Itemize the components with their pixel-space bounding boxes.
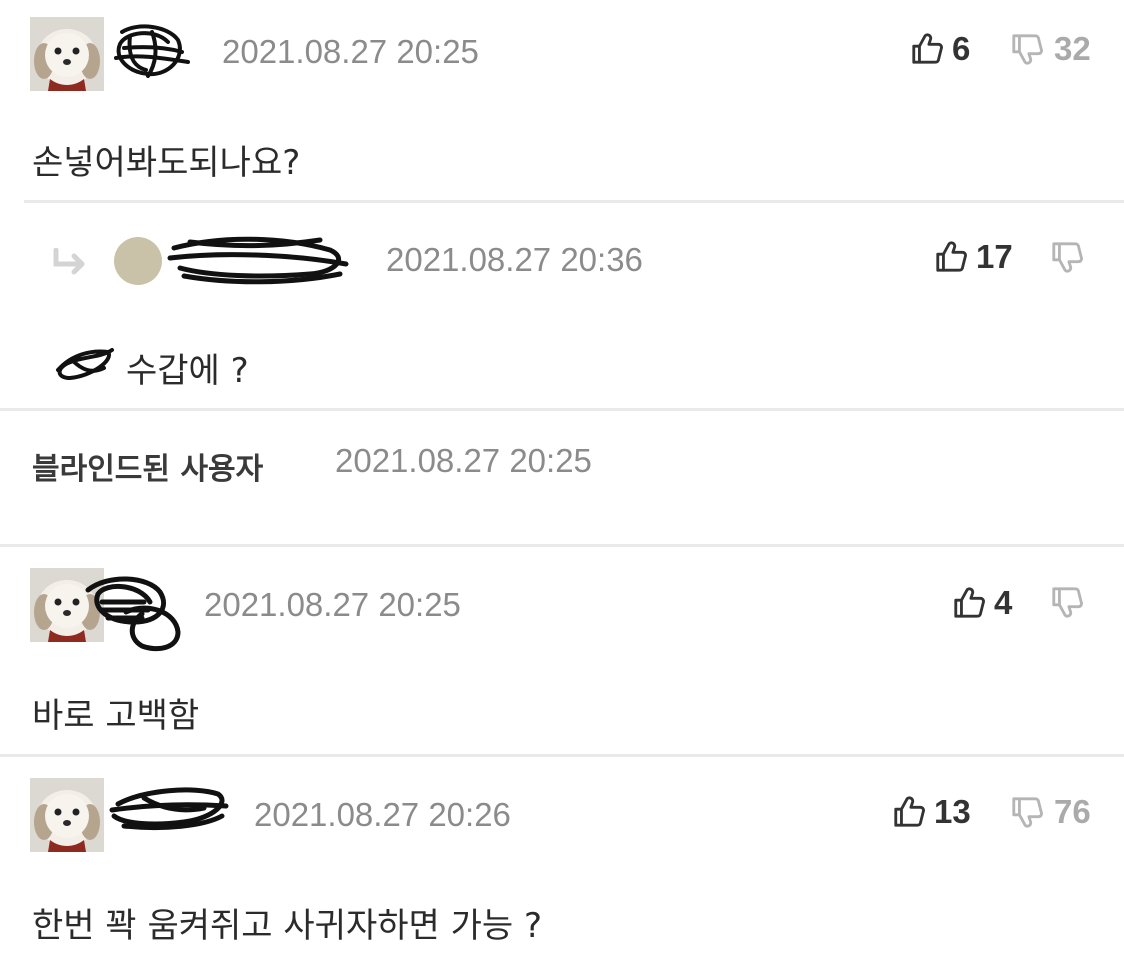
upvote-count: 13 bbox=[934, 793, 971, 830]
upvote-count: 6 bbox=[952, 30, 971, 67]
downvote-count: 76 bbox=[1054, 793, 1091, 830]
downvote-button[interactable]: 32 bbox=[1010, 30, 1091, 68]
downvote-button[interactable]: 76 bbox=[1010, 793, 1091, 831]
thumbs-up-icon bbox=[952, 586, 986, 620]
redacted-username bbox=[167, 236, 349, 285]
user-avatar[interactable] bbox=[30, 778, 104, 852]
reply-user-avatar[interactable] bbox=[114, 237, 162, 285]
upvote-button[interactable]: 17 bbox=[934, 238, 1013, 276]
reply-divider bbox=[24, 200, 1124, 203]
comment-date: 2021.08.27 20:25 bbox=[222, 33, 479, 70]
comment-text: 바로 고백함 bbox=[32, 696, 200, 736]
user-avatar[interactable] bbox=[30, 17, 104, 91]
reply-date: 2021.08.27 20:36 bbox=[386, 241, 643, 278]
thumbs-down-icon bbox=[1050, 585, 1084, 619]
thumbs-down-icon bbox=[1010, 795, 1044, 829]
redacted-mention bbox=[56, 348, 114, 381]
reply-arrow-icon bbox=[50, 248, 90, 278]
thumbs-down-icon bbox=[1050, 240, 1084, 274]
comment-date: 2021.08.27 20:26 bbox=[254, 796, 511, 833]
redacted-username bbox=[85, 576, 181, 652]
redacted-username bbox=[114, 24, 190, 78]
upvote-button[interactable]: 4 bbox=[952, 584, 1012, 622]
comment-divider bbox=[0, 754, 1124, 757]
puppy-avatar-icon bbox=[30, 778, 104, 852]
puppy-avatar-icon bbox=[30, 17, 104, 91]
comment-text: 손넣어봐도되나요? bbox=[32, 143, 301, 183]
upvote-count: 4 bbox=[994, 584, 1013, 621]
thumbs-up-icon bbox=[892, 795, 926, 829]
reply-text: 수갑에 ? bbox=[126, 351, 249, 391]
blinded-user-label: 블라인드된 사용자 bbox=[32, 452, 264, 487]
comment-divider bbox=[0, 544, 1124, 547]
thumbs-down-icon bbox=[1010, 32, 1044, 66]
thumbs-up-icon bbox=[934, 240, 968, 274]
downvote-button[interactable] bbox=[1050, 240, 1084, 274]
comment-divider bbox=[0, 408, 1124, 411]
upvote-count: 17 bbox=[976, 238, 1013, 275]
comment-date: 2021.08.27 20:25 bbox=[204, 586, 461, 623]
thumbs-up-icon bbox=[910, 32, 944, 66]
upvote-button[interactable]: 13 bbox=[892, 793, 971, 831]
comment-text: 한번 꽉 움켜쥐고 사귀자하면 가능 ? bbox=[32, 906, 543, 946]
downvote-button[interactable] bbox=[1050, 585, 1084, 619]
redacted-username bbox=[109, 787, 229, 831]
comment-date: 2021.08.27 20:25 bbox=[335, 442, 592, 479]
downvote-count: 32 bbox=[1054, 30, 1091, 67]
upvote-button[interactable]: 6 bbox=[910, 30, 970, 68]
